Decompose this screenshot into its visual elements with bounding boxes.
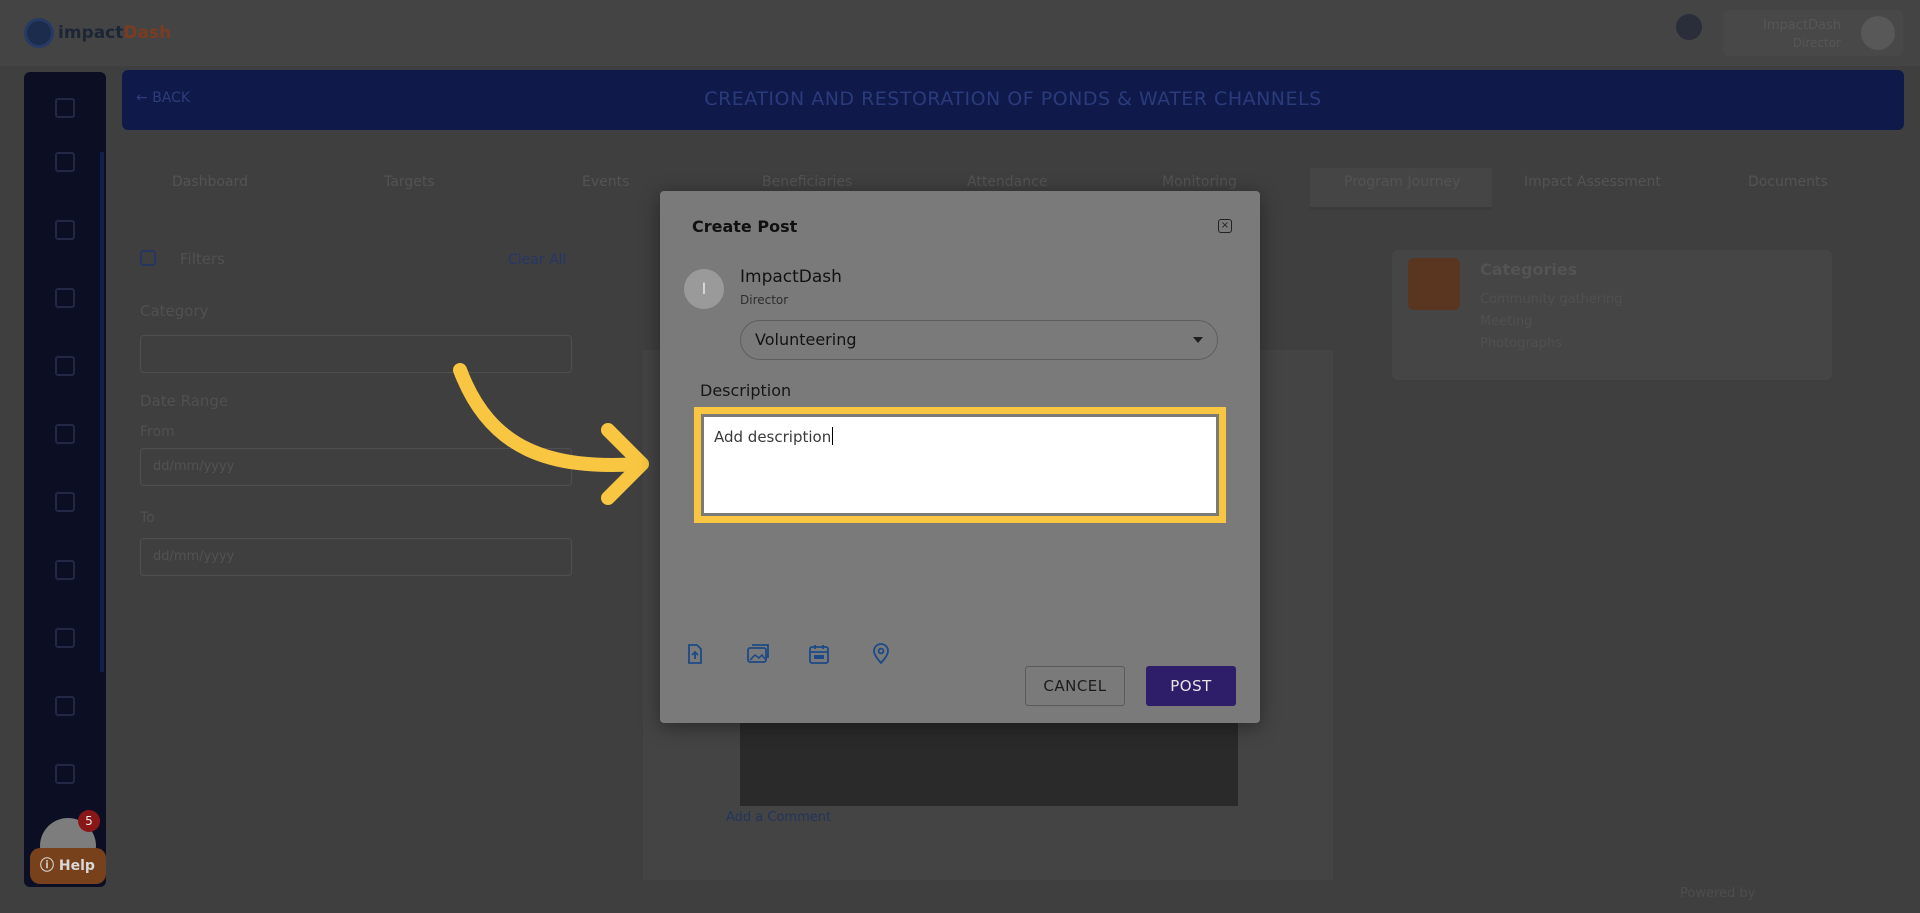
close-icon[interactable]: × xyxy=(1218,219,1232,233)
chevron-down-icon xyxy=(1193,337,1203,343)
avatar: I xyxy=(684,269,724,309)
attachment-toolbar xyxy=(684,643,892,665)
author-role: Director xyxy=(740,293,789,307)
category-dropdown[interactable]: Volunteering xyxy=(740,320,1218,360)
upload-file-icon[interactable] xyxy=(684,643,706,665)
author-name: ImpactDash xyxy=(740,267,842,287)
cancel-button[interactable]: CANCEL xyxy=(1025,666,1125,706)
category-dropdown-value: Volunteering xyxy=(755,330,857,349)
text-cursor xyxy=(832,427,834,445)
calendar-event-icon[interactable] xyxy=(808,643,830,665)
post-button[interactable]: POST xyxy=(1146,666,1236,706)
annotation-arrow xyxy=(453,363,649,505)
location-pin-icon[interactable] xyxy=(870,643,892,665)
description-label: Description xyxy=(700,381,792,400)
description-textarea[interactable]: Add description xyxy=(704,417,1216,513)
create-post-dialog: Create Post × I ImpactDash Director Volu… xyxy=(660,191,1260,723)
description-placeholder: Add description xyxy=(714,428,832,446)
dialog-title: Create Post xyxy=(692,217,798,236)
image-gallery-icon[interactable] xyxy=(746,643,769,665)
